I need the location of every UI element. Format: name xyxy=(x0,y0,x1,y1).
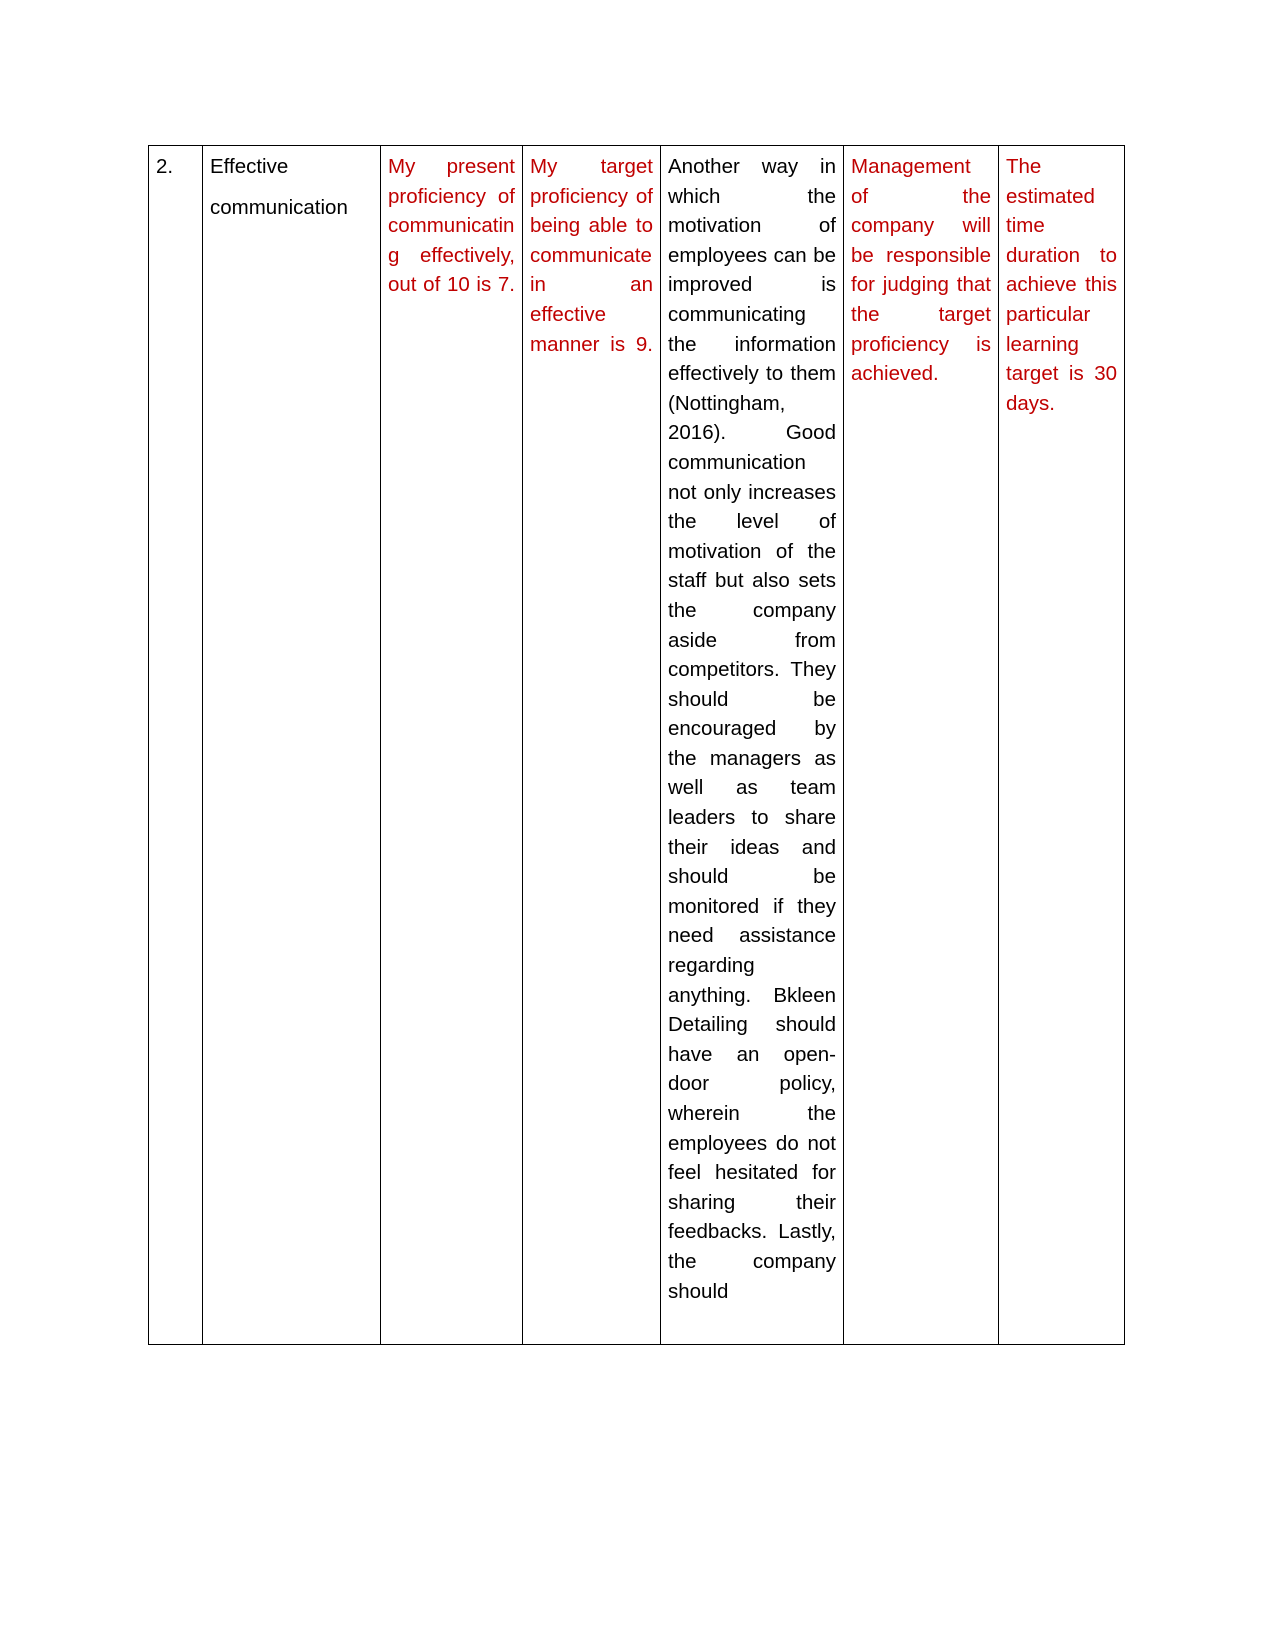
cell-criteria-for-judging: Management of the company will be respon… xyxy=(843,145,999,1345)
document-page: 2. Effective communication My present pr… xyxy=(0,0,1275,1651)
plan-table-wrapper: 2. Effective communication My present pr… xyxy=(148,145,1125,1345)
cell-time-frame: The estimated time duration to achieve t… xyxy=(998,145,1125,1345)
cell-learning-objective: Effective communication xyxy=(202,145,381,1345)
cell-development-opportunities: Another way in which the motivation of e… xyxy=(660,145,844,1345)
cell-present-proficiency: My present proficiency of communicating … xyxy=(380,145,523,1345)
cell-target-proficiency: My target proficiency of being able to c… xyxy=(522,145,661,1345)
learning-objective-line-2: communication xyxy=(210,195,348,219)
cell-serial-number: 2. xyxy=(148,145,203,1345)
learning-objective-line-1: Effective xyxy=(210,155,289,178)
table-row: 2. Effective communication My present pr… xyxy=(148,145,1125,1345)
learning-plan-table: 2. Effective communication My present pr… xyxy=(148,145,1125,1345)
